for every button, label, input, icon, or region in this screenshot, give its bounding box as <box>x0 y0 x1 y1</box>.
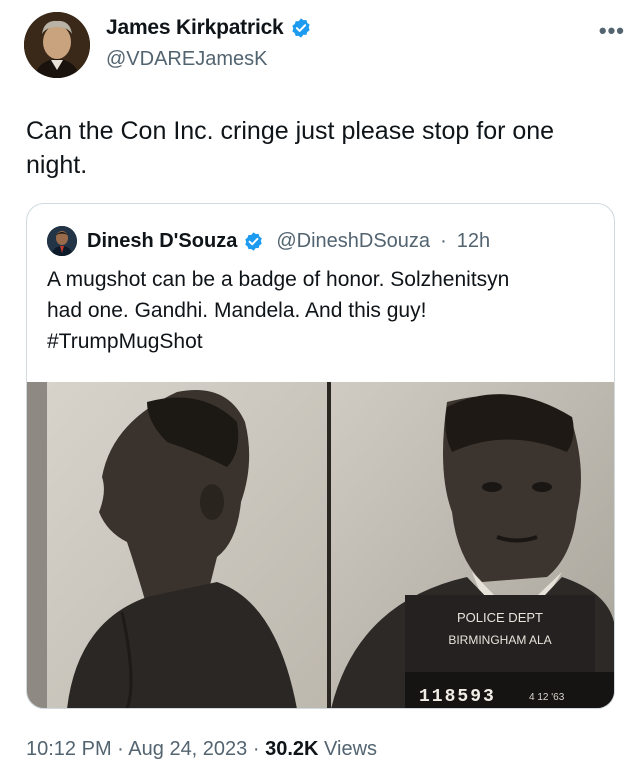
separator-dot: · <box>252 738 260 760</box>
tweet-metadata: 10:12 PM · Aug 24, 2023 · 30.2K Views <box>26 738 377 761</box>
tweet-date[interactable]: Aug 24, 2023 <box>128 738 247 760</box>
author-handle[interactable]: @VDAREJamesK <box>106 48 267 71</box>
separator-dot: · <box>117 738 124 760</box>
mugshot-photo[interactable]: POLICE DEPT BIRMINGHAM ALA 118593 4 12 '… <box>27 382 614 709</box>
more-icon[interactable]: ••• <box>599 18 625 44</box>
author-avatar-image <box>24 12 90 78</box>
placard-line2: BIRMINGHAM ALA <box>448 633 551 647</box>
quoted-tweet-card[interactable]: Dinesh D'Souza @DineshDSouza · 12h A mug… <box>26 203 615 709</box>
quoted-author-avatar-image <box>47 226 77 256</box>
views-label: Views <box>324 738 378 760</box>
verified-badge-icon <box>291 18 310 38</box>
quoted-timestamp[interactable]: 12h <box>457 230 490 253</box>
author-avatar[interactable] <box>24 12 90 78</box>
separator-dot: · <box>440 229 447 252</box>
author-name-row[interactable]: James Kirkpatrick <box>106 16 312 40</box>
quoted-author-avatar[interactable] <box>47 226 77 256</box>
views-count[interactable]: 30.2K <box>265 738 318 760</box>
author-name[interactable]: James Kirkpatrick <box>106 16 284 40</box>
tweet-time[interactable]: 10:12 PM <box>26 738 112 760</box>
verified-badge-icon <box>245 231 263 251</box>
quoted-author-name[interactable]: Dinesh D'Souza <box>87 230 237 253</box>
quoted-text-line: A mugshot can be a badge of honor. Solzh… <box>47 268 510 291</box>
tweet-text: Can the Con Inc. cringe just please stop… <box>26 117 555 179</box>
quoted-tweet-text: A mugshot can be a badge of honor. Solzh… <box>47 264 597 357</box>
quoted-author-handle[interactable]: @DineshDSouza <box>276 230 430 253</box>
quoted-tweet-header: Dinesh D'Souza @DineshDSouza · 12h <box>47 226 490 256</box>
placard-number: 118593 <box>419 687 496 707</box>
placard-line1: POLICE DEPT <box>457 610 543 625</box>
hashtag-link[interactable]: #TrumpMugShot <box>47 326 597 357</box>
quoted-text-line: had one. Gandhi. Mandela. And this guy! <box>47 299 427 322</box>
placard-date: 4 12 '63 <box>529 692 565 703</box>
